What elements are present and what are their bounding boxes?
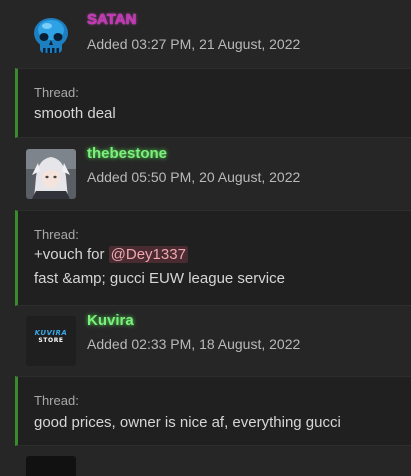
username[interactable]: Kuvira: [87, 312, 134, 329]
post-date: Added 02:33 PM, 18 August, 2022: [87, 336, 301, 352]
thread-label: Thread:: [34, 227, 79, 242]
thread-text-line-1: +vouch for @Dey1337: [34, 246, 188, 263]
thread-box: Thread: smooth deal: [15, 68, 411, 138]
logo-text-line-2: STORE: [38, 337, 64, 344]
thread-text-prefix: +vouch for: [34, 246, 109, 263]
username[interactable]: SATAN: [87, 11, 136, 28]
avatar[interactable]: [26, 149, 76, 199]
post-date: Added 05:50 PM, 20 August, 2022: [87, 169, 301, 185]
avatar[interactable]: [26, 456, 76, 476]
username[interactable]: thebestone: [87, 145, 167, 162]
kuvira-store-logo: KUVIRA STORE: [26, 330, 76, 344]
thread-box: Thread: good prices, owner is nice af, e…: [15, 376, 411, 446]
user-mention[interactable]: @Dey1337: [108, 246, 188, 263]
thread-box: Thread: +vouch for @Dey1337 fast &amp; g…: [15, 210, 411, 306]
thread-text-line-2: fast &amp; gucci EUW league service: [34, 270, 285, 287]
avatar[interactable]: [26, 13, 76, 63]
vouch-entry-header: SATAN Added 03:27 PM, 21 August, 2022: [0, 0, 411, 68]
anime-character-avatar: [26, 149, 76, 199]
vouch-entry-header: KUVIRA STORE Kuvira Added 02:33 PM, 18 A…: [0, 306, 411, 376]
post-date: Added 03:27 PM, 21 August, 2022: [87, 36, 301, 52]
thread-text: good prices, owner is nice af, everythin…: [34, 414, 341, 431]
vouch-entry-header: thebestone Added 05:50 PM, 20 August, 20…: [0, 138, 411, 210]
thread-label: Thread:: [34, 393, 79, 408]
blue-skull-icon: [26, 13, 76, 63]
vouch-feed: SATAN Added 03:27 PM, 21 August, 2022 Th…: [0, 0, 411, 476]
avatar[interactable]: KUVIRA STORE: [26, 316, 76, 366]
thread-text: smooth deal: [34, 105, 116, 122]
logo-text-line-1: KUVIRA: [34, 329, 68, 337]
thread-label: Thread:: [34, 85, 79, 100]
